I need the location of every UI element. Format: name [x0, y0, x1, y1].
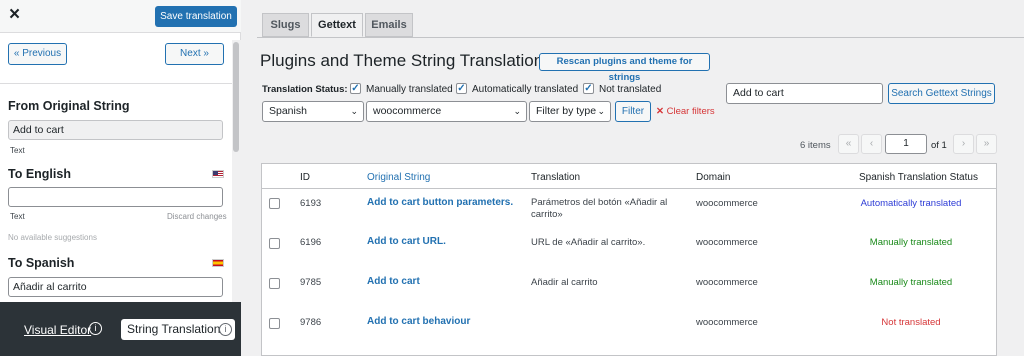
- auto-translated-label: Automatically translated: [472, 84, 579, 95]
- row-id: 6193: [300, 198, 322, 209]
- row-checkbox[interactable]: [269, 318, 280, 329]
- column-header-id: ID: [300, 172, 310, 183]
- language-select[interactable]: Spanish ⌄: [262, 101, 364, 122]
- domain-select-value: woocommerce: [373, 105, 442, 117]
- row-id: 9786: [300, 317, 322, 328]
- not-translated-checkbox[interactable]: ✓: [583, 83, 594, 94]
- chevron-down-icon: ⌄: [513, 106, 521, 116]
- from-original-title: From Original String: [8, 99, 130, 113]
- auto-translated-checkbox[interactable]: ✓: [456, 83, 467, 94]
- scrollbar-thumb[interactable]: [233, 42, 239, 152]
- info-icon[interactable]: i: [219, 323, 232, 336]
- prev-page-button[interactable]: ‹: [861, 134, 882, 154]
- last-page-button[interactable]: »: [976, 134, 997, 154]
- original-type-label: Text: [10, 146, 25, 155]
- es-flag-icon: [212, 259, 224, 267]
- page-number-input[interactable]: 1: [885, 134, 927, 154]
- row-original-link[interactable]: Add to cart behaviour: [367, 316, 470, 328]
- manually-translated-label: Manually translated: [366, 84, 453, 95]
- column-header-translation: Translation: [531, 172, 581, 183]
- discard-changes-link[interactable]: Discard changes: [167, 212, 227, 221]
- row-translation: Parámetros del botón «Añadir al carrito»: [531, 197, 668, 220]
- filter-button[interactable]: Filter: [615, 101, 651, 122]
- row-domain: woocommerce: [696, 277, 758, 288]
- to-spanish-title: To Spanish: [8, 256, 75, 270]
- tab-gettext[interactable]: Gettext: [311, 13, 363, 37]
- type-select-value: Filter by type: [536, 105, 597, 117]
- original-string-field: Add to cart: [8, 120, 223, 140]
- row-status: Not translated: [881, 317, 941, 328]
- first-page-button[interactable]: «: [838, 134, 859, 154]
- column-header-original[interactable]: Original String: [367, 172, 430, 183]
- type-select[interactable]: Filter by type ⌄: [529, 101, 611, 122]
- row-status: Automatically translated: [860, 198, 962, 209]
- english-translation-field[interactable]: [8, 187, 223, 207]
- clear-filters-label: Clear filters: [666, 106, 715, 117]
- tabs-divider: [257, 37, 1024, 38]
- row-checkbox[interactable]: [269, 198, 280, 209]
- row-status: Manually translated: [869, 237, 953, 248]
- save-translation-button[interactable]: Save translation: [155, 6, 237, 27]
- next-page-button[interactable]: ›: [953, 134, 974, 154]
- row-checkbox[interactable]: [269, 278, 280, 289]
- rescan-button[interactable]: Rescan plugins and theme for strings: [539, 53, 710, 83]
- row-translation: Añadir al carrito: [531, 277, 598, 288]
- info-icon[interactable]: i: [89, 322, 102, 335]
- column-header-status: Spanish Translation Status: [859, 172, 978, 183]
- row-original-link[interactable]: Add to cart: [367, 276, 420, 288]
- row-checkbox[interactable]: [269, 238, 280, 249]
- chevron-down-icon: ⌄: [350, 106, 358, 116]
- page-title: Plugins and Theme String Translation: [260, 51, 544, 70]
- tab-emails[interactable]: Emails: [365, 13, 413, 37]
- search-gettext-button[interactable]: Search Gettext Strings: [888, 83, 995, 104]
- not-translated-label: Not translated: [599, 84, 662, 95]
- row-translation: URL de «Añadir al carrito».: [531, 237, 646, 248]
- translation-editor-panel: × Save translation « Previous Next » Fro…: [0, 0, 241, 356]
- tab-slugs[interactable]: Slugs: [262, 13, 309, 37]
- clear-filters-link[interactable]: ✕ Clear filters: [656, 106, 715, 117]
- row-original-link[interactable]: Add to cart URL.: [367, 236, 446, 248]
- spanish-translation-field[interactable]: Añadir al carrito: [8, 277, 223, 297]
- search-input[interactable]: Add to cart: [726, 83, 883, 104]
- row-id: 9785: [300, 277, 322, 288]
- row-original-link[interactable]: Add to cart button parameters.: [367, 197, 513, 209]
- translation-status-label: Translation Status:: [262, 84, 348, 95]
- visual-editor-link[interactable]: Visual Editor: [24, 323, 91, 337]
- to-english-title: To English: [8, 167, 71, 181]
- close-icon[interactable]: ×: [9, 5, 20, 25]
- domain-select[interactable]: woocommerce ⌄: [366, 101, 527, 122]
- english-type-label: Text: [10, 212, 25, 221]
- table-header-divider: [261, 188, 997, 189]
- us-flag-icon: [212, 170, 224, 178]
- string-translation-button[interactable]: String Translation: [121, 319, 235, 340]
- manually-translated-checkbox[interactable]: ✓: [350, 83, 361, 94]
- no-suggestions-text: No available suggestions: [8, 233, 97, 242]
- row-id: 6196: [300, 237, 322, 248]
- page-total: of 1: [931, 140, 947, 151]
- chevron-down-icon: ⌄: [597, 106, 605, 116]
- row-status: Manually translated: [869, 277, 953, 288]
- next-button[interactable]: Next »: [165, 43, 224, 65]
- close-icon: ✕: [656, 106, 664, 117]
- language-select-value: Spanish: [269, 105, 307, 117]
- row-domain: woocommerce: [696, 198, 758, 209]
- row-domain: woocommerce: [696, 237, 758, 248]
- previous-button[interactable]: « Previous: [8, 43, 67, 65]
- items-count: 6 items: [800, 140, 831, 151]
- divider: [0, 83, 232, 84]
- column-header-domain: Domain: [696, 172, 731, 183]
- row-domain: woocommerce: [696, 317, 758, 328]
